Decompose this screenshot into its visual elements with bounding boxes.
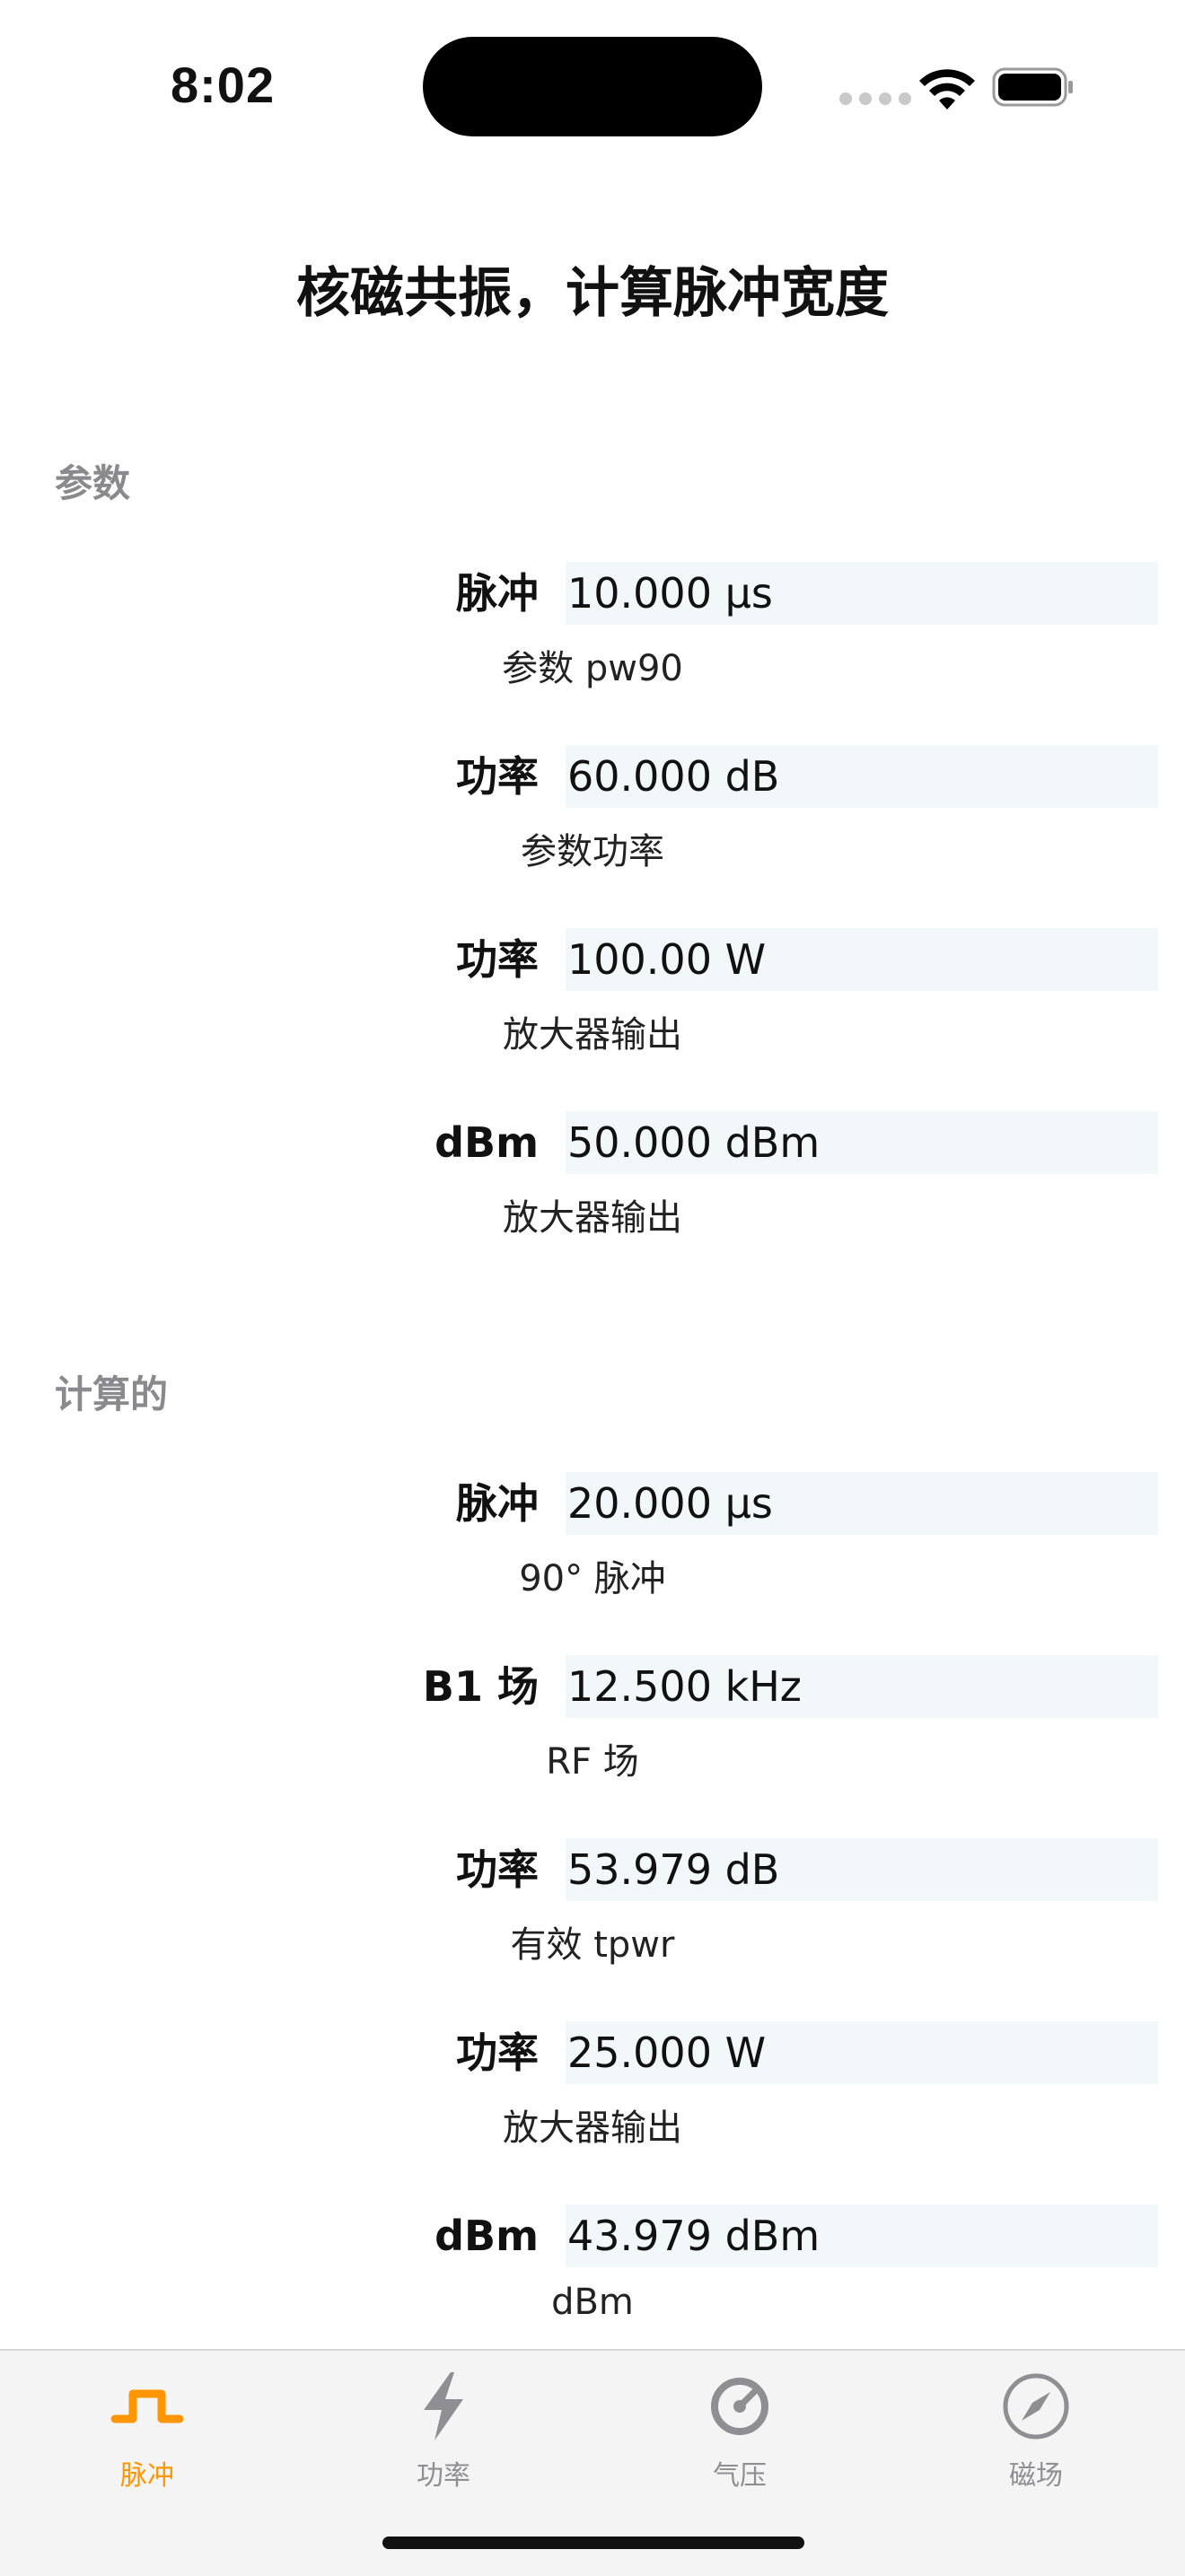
calculated-row-pulse: 脉冲 20.000 µs 90° 脉冲 — [0, 1472, 1185, 1652]
row-label: 功率 — [456, 935, 539, 984]
row-label: 功率 — [456, 2028, 539, 2077]
calculated-b1-field[interactable]: 12.500 kHz — [566, 1655, 1158, 1718]
row-caption: 参数 pw90 — [502, 648, 683, 689]
row-label: 功率 — [456, 752, 539, 801]
tab-pressure[interactable]: 气压 — [650, 2369, 830, 2494]
row-caption: 放大器输出 — [503, 1014, 682, 1056]
row-label: 功率 — [456, 1845, 539, 1894]
row-label: 脉冲 — [456, 1479, 539, 1528]
row-caption: 放大器输出 — [503, 2107, 682, 2149]
parameter-row-power-watt: 功率 100.00 W 放大器输出 — [0, 928, 1185, 1108]
tab-magnetic-field[interactable]: 磁场 — [946, 2369, 1126, 2494]
row-caption: 参数功率 — [521, 831, 664, 872]
row-label: dBm — [434, 2212, 539, 2260]
pulse-icon — [110, 2389, 184, 2423]
row-caption: 90° 脉冲 — [519, 1558, 666, 1599]
bolt-icon — [424, 2372, 463, 2440]
calculated-power-watt-field[interactable]: 25.000 W — [566, 2021, 1158, 2084]
calculated-row-power-db: 功率 53.979 dB 有效 tpwr — [0, 1838, 1185, 2018]
row-caption: 放大器输出 — [503, 1197, 682, 1239]
row-caption: RF 场 — [546, 1741, 639, 1783]
row-caption: dBm — [551, 2282, 634, 2323]
tab-pulse[interactable]: 脉冲 — [57, 2369, 237, 2494]
parameter-row-dbm: dBm 50.000 dBm 放大器输出 — [0, 1111, 1185, 1291]
tab-label: 脉冲 — [120, 2460, 174, 2492]
row-label: dBm — [434, 1118, 539, 1167]
tab-label: 磁场 — [1009, 2460, 1063, 2492]
cellular-signal-icon — [839, 92, 911, 105]
power-watt-input[interactable]: 100.00 W — [566, 928, 1158, 991]
dbm-input[interactable]: 50.000 dBm — [566, 1111, 1158, 1174]
tab-label: 气压 — [713, 2460, 767, 2492]
section-header-parameters: 参数 — [55, 461, 131, 505]
parameter-row-power-db: 功率 60.000 dB 参数功率 — [0, 745, 1185, 924]
tab-power[interactable]: 功率 — [354, 2369, 533, 2494]
page-title: 核磁共振，计算脉冲宽度 — [296, 262, 889, 325]
row-label: 脉冲 — [456, 569, 539, 618]
row-label: B1 场 — [422, 1662, 539, 1711]
row-caption: 有效 tpwr — [510, 1924, 675, 1966]
parameter-row-pulse: 脉冲 10.000 µs 参数 pw90 — [0, 562, 1185, 741]
section-header-calculated: 计算的 — [55, 1372, 169, 1416]
compass-icon — [1003, 2373, 1069, 2440]
wifi-icon — [919, 69, 975, 110]
battery-icon — [992, 67, 1073, 107]
calculated-row-b1-field: B1 场 12.500 kHz RF 场 — [0, 1655, 1185, 1835]
calculated-row-power-watt: 功率 25.000 W 放大器输出 — [0, 2021, 1185, 2201]
status-time: 8:02 — [171, 57, 276, 113]
calculated-pulse-field[interactable]: 20.000 µs — [566, 1472, 1158, 1535]
tab-label: 功率 — [417, 2460, 470, 2492]
gauge-icon — [711, 2378, 768, 2435]
calculated-dbm-field[interactable]: 43.979 dBm — [566, 2204, 1158, 2267]
dynamic-island — [423, 37, 762, 136]
power-db-input[interactable]: 60.000 dB — [566, 745, 1158, 808]
pulse-input[interactable]: 10.000 µs — [566, 562, 1158, 625]
home-indicator[interactable] — [382, 2537, 804, 2549]
calculated-power-db-field[interactable]: 53.979 dB — [566, 1838, 1158, 1901]
